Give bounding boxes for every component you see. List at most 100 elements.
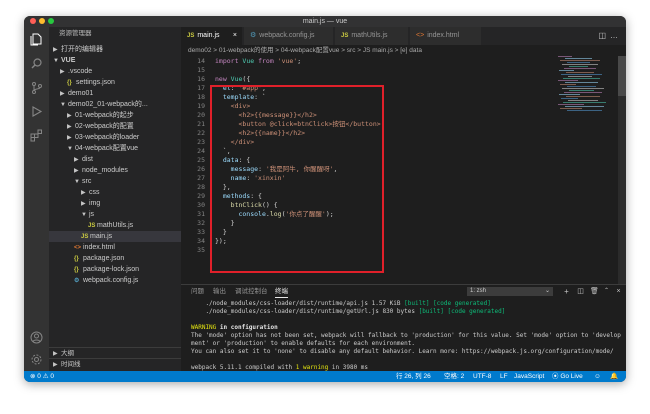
files-icon[interactable] (30, 33, 43, 46)
tree-folder[interactable]: ▶ img (49, 198, 181, 209)
notifications-icon[interactable]: 🔔 (610, 371, 618, 382)
error-icon: ⊗ (30, 373, 36, 380)
search-icon[interactable] (30, 57, 43, 70)
timeline-section[interactable]: ▶ 时间线 (49, 358, 181, 369)
end-of-line[interactable]: LF (500, 371, 508, 382)
code-line[interactable]: new Vue({ (215, 75, 250, 84)
outline-section[interactable]: ▶ 大纲 (49, 347, 181, 358)
tree-folder[interactable]: ▶ node_modules (49, 165, 181, 176)
new-terminal-icon[interactable]: + (562, 286, 571, 297)
tree-file[interactable]: {} settings.json (49, 77, 181, 88)
tree-folder[interactable]: ▶ dist (49, 154, 181, 165)
line-number: 14 (197, 57, 205, 65)
split-terminal-icon[interactable]: ◫ (576, 286, 585, 297)
language-mode[interactable]: JavaScript (514, 371, 544, 382)
chevron-right-icon: ▶ (67, 135, 72, 141)
chevron-right-icon: ▶ (60, 91, 65, 97)
tree-folder[interactable]: ▼ js (49, 209, 181, 220)
line-number: 19 (197, 102, 205, 110)
problems-status[interactable]: ⊗ 0 ⚠ 0 (30, 371, 54, 382)
encoding[interactable]: UTF-8 (473, 371, 491, 382)
minimize-window-button[interactable] (39, 18, 45, 24)
chevron-right-icon: ▶ (67, 124, 72, 130)
tab-webpack-config[interactable]: ⚙ webpack.config.js (244, 27, 334, 45)
project-section[interactable]: ▼ VUE (49, 55, 181, 66)
tab-index-html[interactable]: <> index.html (410, 27, 482, 45)
tree-file[interactable]: ⚙ webpack.config.js (49, 275, 181, 286)
close-tab-icon[interactable]: × (233, 27, 237, 45)
chevron-up-icon[interactable]: ⌃ (602, 286, 611, 297)
chevron-down-icon: ▼ (67, 146, 73, 152)
html-file-icon: <> (416, 32, 425, 39)
tab-mathutils[interactable]: JS mathUtils.js (335, 27, 409, 45)
editor-scrollbar[interactable] (618, 56, 626, 284)
terminal-line: ./node_modules/css-loader/dist/runtime/a… (191, 300, 491, 307)
close-window-button[interactable] (30, 18, 36, 24)
cursor-position[interactable]: 行 26, 列 26 (396, 371, 431, 382)
tree-folder[interactable]: ▶ 02-webpack的配置 (49, 121, 181, 132)
tree-folder[interactable]: ▶ .vscode (49, 66, 181, 77)
run-debug-icon[interactable] (30, 105, 43, 118)
source-control-icon[interactable] (30, 81, 43, 94)
tree-folder[interactable]: ▶ demo01 (49, 88, 181, 99)
tree-item-label: 02-webpack的配置 (75, 123, 134, 130)
tree-file[interactable]: {} package.json (49, 253, 181, 264)
scrollbar-thumb[interactable] (618, 56, 626, 96)
close-panel-icon[interactable]: × (614, 286, 623, 297)
tree-folder[interactable]: ▶ css (49, 187, 181, 198)
tree-item-label: main.js (90, 233, 113, 240)
code-editor[interactable]: 14 15 16 17 18 19 20 21 22 23 24 25 26 27 28 29 30 31 32 33… (181, 56, 626, 284)
tree-file[interactable]: JS main.js (49, 231, 181, 242)
tree-folder[interactable]: ▶ 01-webpack的起步 (49, 110, 181, 121)
account-icon[interactable] (30, 331, 43, 344)
tree-folder[interactable]: ▶ 03-webpack的loader (49, 132, 181, 143)
project-label: VUE (61, 57, 76, 64)
minimap-line (560, 60, 600, 61)
feedback-icon[interactable]: ☺ (594, 371, 601, 382)
chevron-right-icon: ▶ (74, 168, 79, 174)
minimap-line (567, 86, 596, 87)
code-line[interactable]: import Vue from 'vue'; (215, 57, 301, 66)
line-number: 22 (197, 129, 205, 137)
broadcast-icon: ⦿ (552, 373, 559, 380)
terminal-output[interactable]: ./node_modules/css-loader/dist/runtime/a… (191, 300, 621, 380)
tree-item-label: package-lock.json (83, 266, 140, 273)
tab-problems[interactable]: 问题 (191, 285, 204, 298)
minimap-line (561, 74, 602, 75)
minimap[interactable] (558, 56, 616, 116)
tree-file[interactable]: JS mathUtils.js (49, 220, 181, 231)
split-editor-icon[interactable]: ◫ (598, 31, 610, 40)
trash-icon[interactable]: 🗑 (590, 286, 599, 297)
terminal-select[interactable]: 1: zsh ⌄ (467, 287, 553, 296)
chevron-right-icon: ▶ (67, 113, 72, 119)
tree-file[interactable]: {} package-lock.json (49, 264, 181, 275)
terminal-line: The 'mode' option has not been set, webp… (191, 332, 621, 339)
tab-main-js[interactable]: JS main.js × (181, 27, 243, 45)
explorer-sidebar: 资源管理器 ▶ 打开的编辑器 ▼ VUE ▶ .vscode{} settings.js… (49, 27, 181, 371)
open-editors-section[interactable]: ▶ 打开的编辑器 (49, 44, 181, 55)
breadcrumb[interactable]: demo02 > 01-webpack的使用 > 04-webpack配置vue… (181, 45, 626, 56)
tab-debug-console[interactable]: 调试控制台 (235, 285, 268, 298)
tree-folder[interactable]: ▼ src (49, 176, 181, 187)
settings-gear-icon[interactable] (30, 353, 43, 366)
go-live-button[interactable]: ⦿ Go Live (552, 371, 583, 382)
more-actions-icon[interactable]: … (610, 31, 622, 40)
line-number: 35 (197, 246, 205, 254)
zoom-window-button[interactable] (48, 18, 54, 24)
vscode-window: main.js — vue 资源管理器 ▶ 打开的编辑器 ▼ VUE ▶ .vs… (24, 16, 626, 382)
line-number: 24 (197, 147, 205, 155)
tree-folder[interactable]: ▼ demo02_01-webpack的... (49, 99, 181, 110)
terminal-line: WARNING in configuration (191, 324, 278, 331)
tree-file[interactable]: <> index.html (49, 242, 181, 253)
tab-output[interactable]: 输出 (213, 285, 226, 298)
line-number: 16 (197, 75, 205, 83)
tree-item-label: js (89, 211, 95, 218)
line-number: 34 (197, 237, 205, 245)
window-title: main.js — vue (302, 18, 348, 25)
extensions-icon[interactable] (30, 129, 43, 142)
tree-folder[interactable]: ▼ 04-webpack配置vue (49, 143, 181, 154)
chevron-right-icon: ▶ (53, 47, 58, 53)
terminal-line: ment' or 'production' to enable defaults… (191, 340, 415, 347)
tab-terminal[interactable]: 终端 (275, 285, 288, 298)
indentation[interactable]: 空格: 2 (444, 371, 464, 382)
